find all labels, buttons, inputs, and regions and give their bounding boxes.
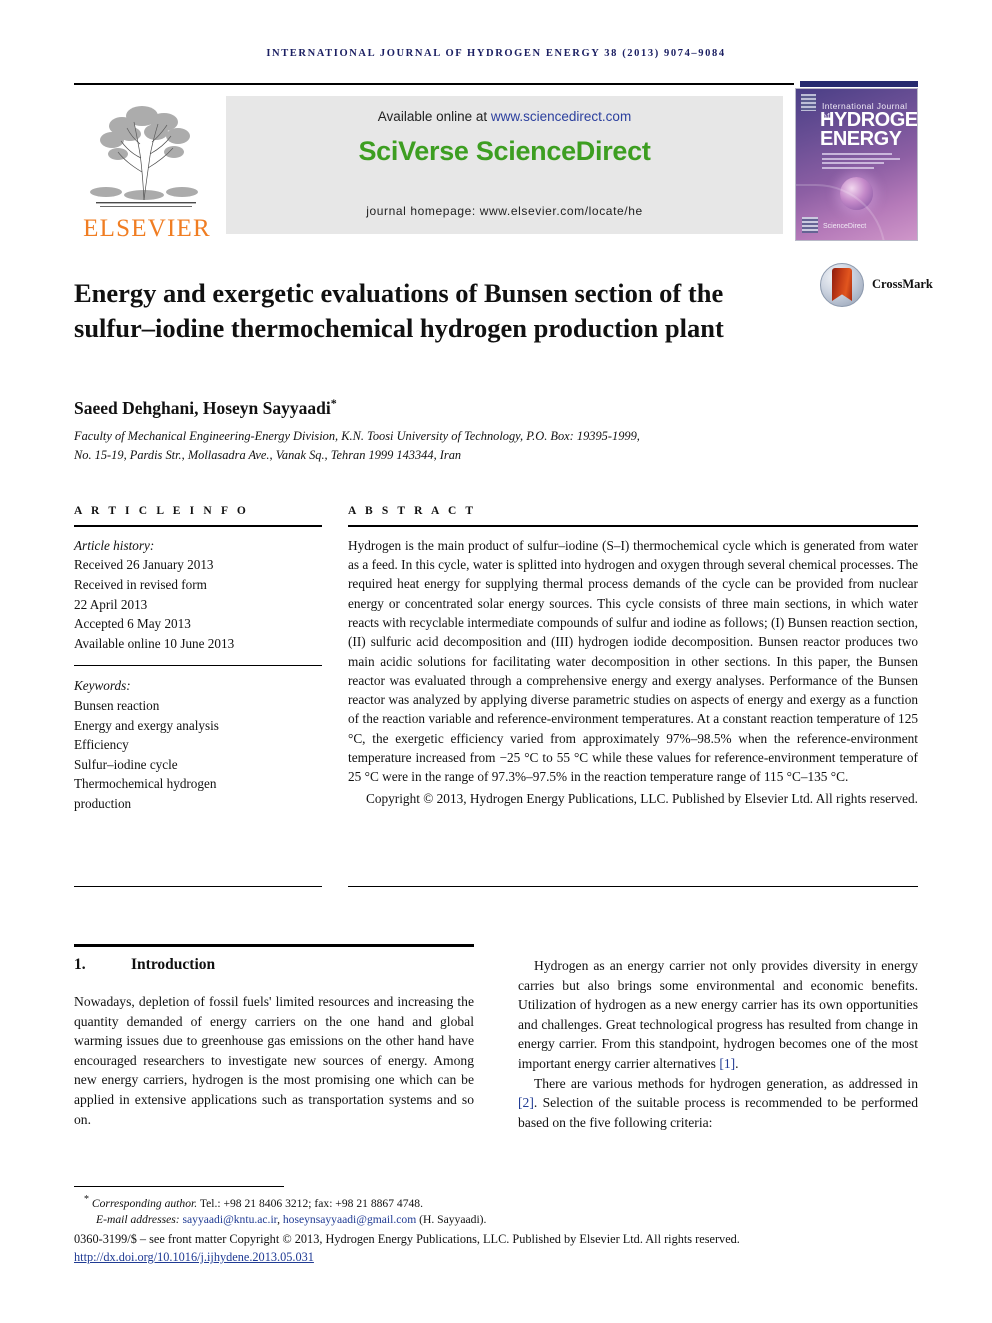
elsevier-logo: ELSEVIER [74, 88, 220, 241]
journal-cover-thumbnail: International Journal of HYDROGEN ENERGY… [795, 88, 918, 241]
footnote-block: * Corresponding author. Tel.: +98 21 840… [74, 1192, 918, 1266]
intro-p3-text-a: There are various methods for hydrogen g… [534, 1075, 918, 1091]
page-title: Energy and exergetic evaluations of Buns… [74, 277, 724, 343]
section-top-rule [74, 944, 474, 948]
citation-link-2[interactable]: [2] [518, 1095, 534, 1110]
keyword-item: Bunsen reaction [74, 698, 160, 714]
keyword-item: Efficiency [74, 737, 129, 753]
keywords-block: Keywords: Bunsen reaction Energy and exe… [74, 676, 322, 813]
cover-line3: ENERGY [820, 128, 902, 150]
keyword-item: Sulfur–iodine cycle [74, 756, 178, 772]
history-item: Available online 10 June 2013 [74, 635, 235, 651]
elsevier-tree-icon [90, 106, 198, 207]
doi-link[interactable]: http://dx.doi.org/10.1016/j.ijhydene.201… [74, 1250, 314, 1264]
email-link-2[interactable]: hoseynsayyaadi@gmail.com [283, 1213, 416, 1226]
email-note: E-mail addresses: sayyaadi@kntu.ac.ir, h… [74, 1212, 918, 1228]
body-column-left: 1. Introduction Nowadays, depletion of f… [74, 956, 474, 1129]
article-info-column: A R T I C L E I N F O Article history: R… [74, 505, 322, 814]
author-list: Saeed Dehghani, Hoseyn Sayyaadi* [74, 396, 774, 419]
affiliation: Faculty of Mechanical Engineering-Energy… [74, 427, 754, 464]
abstract-bottom-rule [348, 886, 918, 888]
corresponding-author-label: Corresponding author. [91, 1196, 198, 1210]
available-online-line: Available online at www.sciencedirect.co… [378, 109, 631, 124]
article-info-bottom-rule [74, 886, 322, 888]
issn-copyright-line: 0360-3199/$ – see front matter Copyright… [74, 1231, 740, 1246]
masthead: ELSEVIER Available online at www.science… [74, 88, 918, 241]
abstract-heading: A B S T R A C T [348, 505, 477, 517]
author-names: Saeed Dehghani, Hoseyn Sayyaadi [74, 397, 331, 418]
cover-sciencedirect-mark: ScienceDirect [823, 223, 867, 230]
history-item: Received in revised form [74, 576, 207, 592]
running-head-rule-right [800, 81, 918, 87]
corresponding-author-marker: * [330, 396, 337, 410]
intro-paragraph-1: Nowadays, depletion of fossil fuels' lim… [74, 994, 474, 1127]
crossmark-label: CrossMark [872, 277, 933, 291]
crossmark-badge[interactable]: CrossMark [820, 263, 933, 309]
intro-p2-text-b: . [735, 1055, 739, 1071]
email-link-1[interactable]: sayyaadi@kntu.ac.ir [183, 1213, 278, 1226]
affiliation-line-1: Faculty of Mechanical Engineering-Energy… [74, 429, 640, 443]
citation-link-1[interactable]: [1] [719, 1056, 735, 1071]
footnote-rule [74, 1186, 284, 1187]
intro-paragraph-2: Hydrogen as an energy carrier not only p… [518, 956, 918, 1074]
sciverse-sciencedirect-logo: SciVerse ScienceDirect [358, 136, 651, 166]
keyword-item: Thermochemical hydrogen [74, 776, 217, 792]
cover-publisher-icon [801, 94, 816, 111]
abstract-text: Hydrogen is the main product of sulfur–i… [348, 537, 918, 785]
sciencedirect-banner: Available online at www.sciencedirect.co… [226, 96, 783, 234]
history-item: Received 26 January 2013 [74, 557, 214, 573]
email-suffix: (H. Sayyaadi). [416, 1213, 487, 1227]
cover-footer-icon [802, 217, 818, 233]
running-head: International Journal of Hydrogen Energy… [266, 48, 726, 59]
available-online-prefix: Available online at [377, 109, 491, 124]
keywords-divider-rule [74, 665, 322, 667]
section-number: 1. [74, 956, 86, 973]
abstract-copyright: Copyright © 2013, Hydrogen Energy Public… [365, 790, 918, 806]
affiliation-line-2: No. 15-19, Pardis Str., Mollasadra Ave.,… [74, 447, 462, 462]
section-heading-introduction: 1. Introduction [74, 956, 474, 974]
keyword-item: Energy and exergy analysis [74, 717, 219, 733]
abstract-column: A B S T R A C T Hydrogen is the main pro… [348, 505, 918, 808]
running-head-rule [74, 81, 918, 87]
history-item: 22 April 2013 [74, 596, 148, 612]
elsevier-wordmark: ELSEVIER [83, 215, 211, 242]
running-head-rule-left [74, 83, 794, 85]
keyword-item: production [74, 796, 132, 812]
keywords-label: Keywords: [74, 678, 131, 694]
email-label: E-mail addresses: [96, 1213, 183, 1227]
corresponding-author-note: * Corresponding author. Tel.: +98 21 840… [74, 1192, 918, 1212]
article-history-block: Article history: Received 26 January 201… [74, 527, 322, 654]
intro-paragraph-3: There are various methods for hydrogen g… [518, 1074, 918, 1133]
corresponding-author-contact: Tel.: +98 21 8406 3212; fax: +98 21 8867… [197, 1196, 424, 1210]
intro-p3-text-b: . Selection of the suitable process is r… [518, 1095, 918, 1130]
doi-line: http://dx.doi.org/10.1016/j.ijhydene.201… [74, 1248, 918, 1266]
footnote-star-marker: * [84, 1194, 89, 1205]
article-history-label: Article history: [74, 537, 155, 553]
intro-p2-text-a: Hydrogen as an energy carrier not only p… [518, 958, 918, 1071]
journal-homepage-line[interactable]: journal homepage: www.elsevier.com/locat… [226, 204, 783, 218]
sciencedirect-url-link[interactable]: www.sciencedirect.com [491, 109, 631, 124]
body-column-right: Hydrogen as an energy carrier not only p… [518, 956, 918, 1132]
article-page: International Journal of Hydrogen Energy… [0, 0, 992, 1323]
cover-editor-lines [822, 153, 900, 171]
history-item: Accepted 6 May 2013 [74, 616, 191, 632]
article-info-heading: A R T I C L E I N F O [74, 505, 249, 517]
section-title: Introduction [131, 956, 216, 973]
